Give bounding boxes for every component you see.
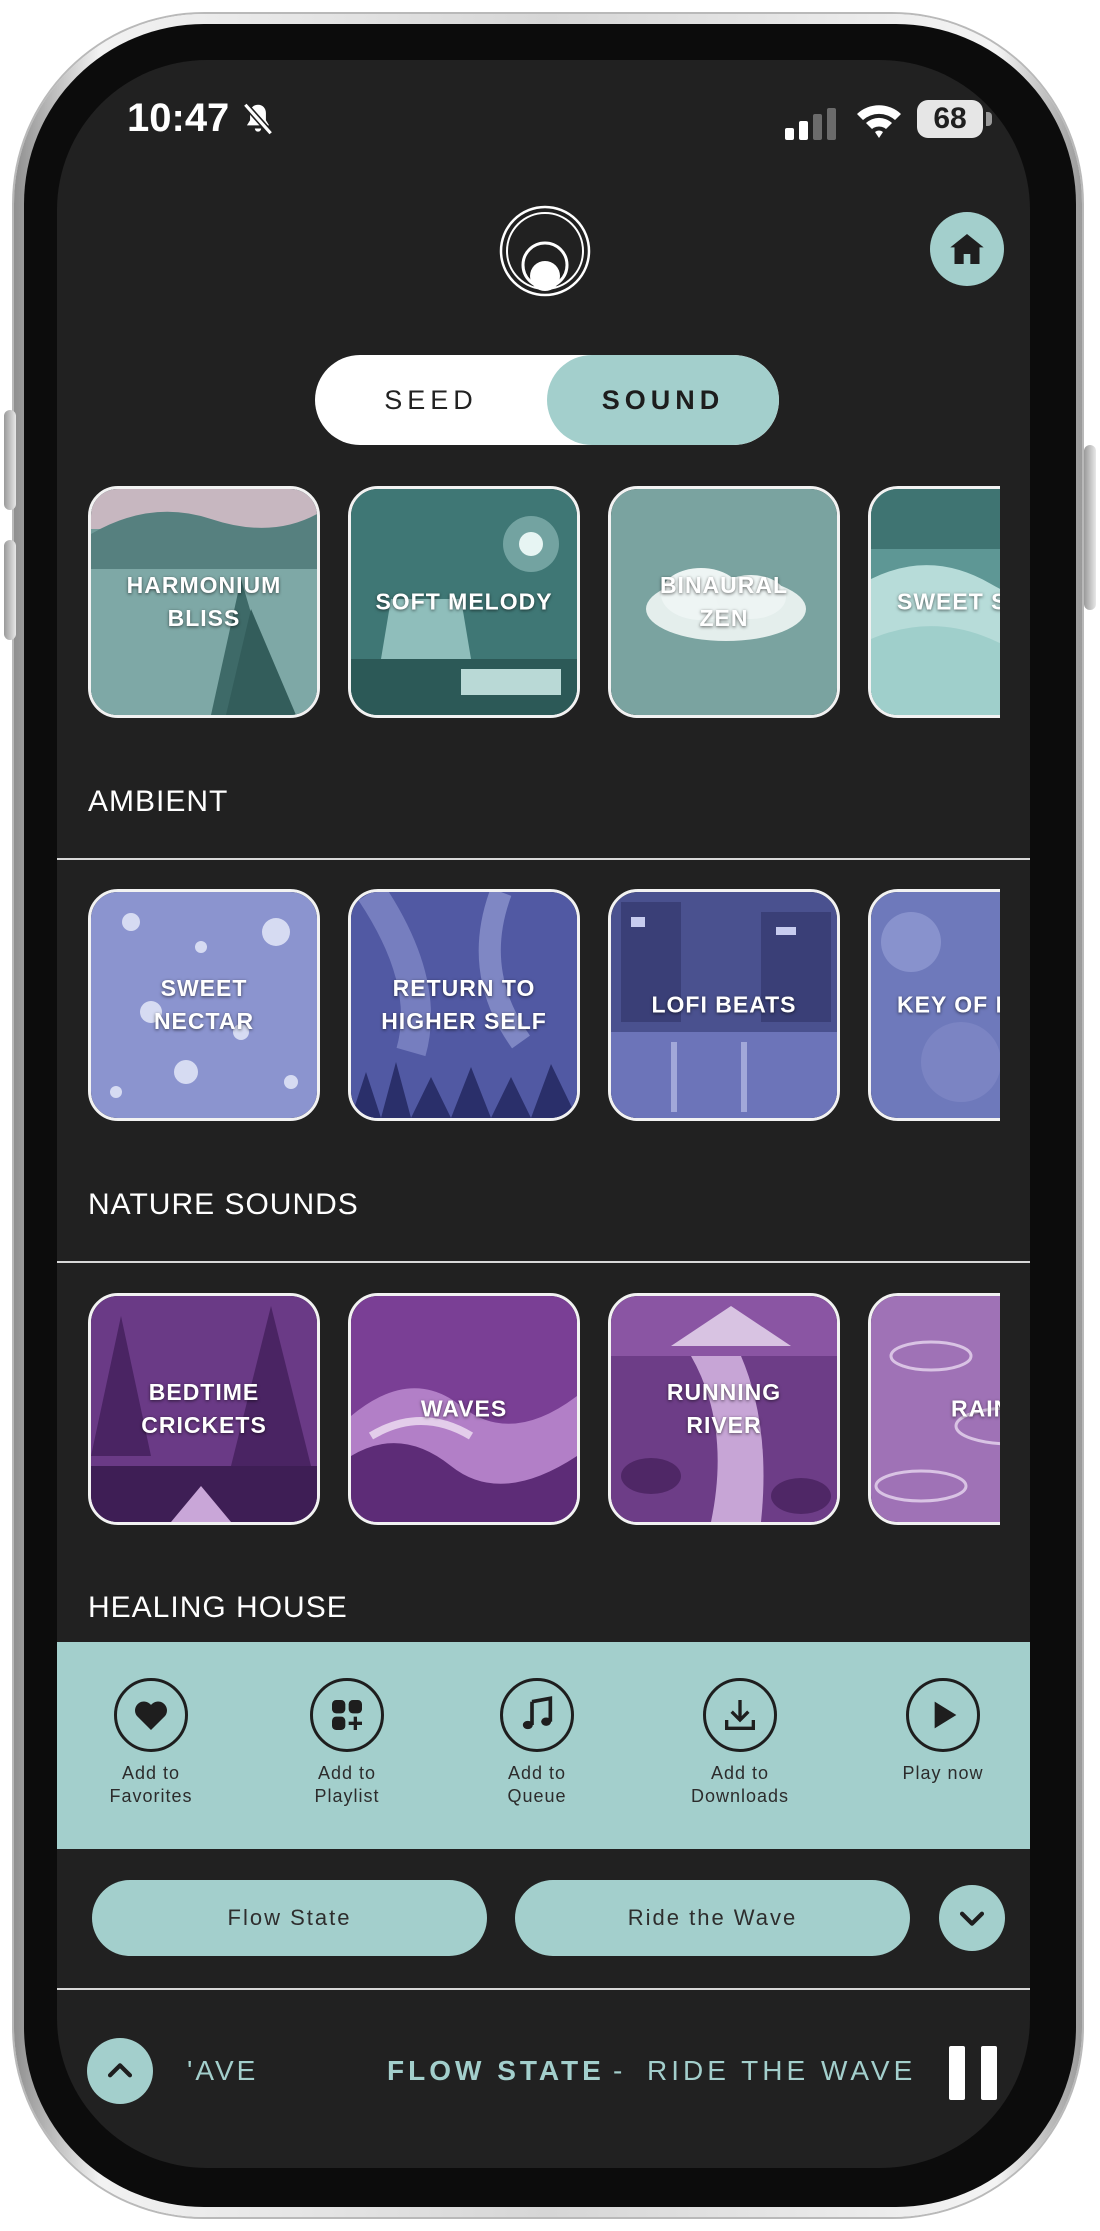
tile-label: WAVES bbox=[420, 1395, 508, 1422]
music-note-icon bbox=[522, 1696, 553, 1730]
pause-button[interactable] bbox=[949, 2046, 997, 2100]
sound-row-1: HARMONIUM BLISS SOFT MELODY BINAURAL ZEN bbox=[88, 486, 1000, 718]
add-to-playlist-button[interactable]: Add to Playlist bbox=[267, 1678, 427, 1808]
tile-running-river[interactable]: RUNNING RIVER bbox=[608, 1293, 840, 1525]
chevron-up-icon bbox=[107, 2063, 133, 2078]
action-label: Add to Downloads bbox=[690, 1763, 790, 1806]
tile-rain[interactable]: RAIN bbox=[868, 1293, 1000, 1525]
section-title-nature-sounds: NATURE SOUNDS bbox=[88, 1188, 359, 1221]
toggle-seed[interactable]: SEED bbox=[315, 355, 547, 445]
app-screen: 10:47 68 SEED SOUND HARMONIUM BLISS SOFT… bbox=[57, 60, 1030, 2168]
tile-label: RETURN TO HIGHER SELF bbox=[381, 975, 547, 1034]
battery-indicator: 68 bbox=[917, 100, 983, 138]
action-label: Add to Queue bbox=[507, 1763, 567, 1806]
tile-label: SWEET SL bbox=[897, 588, 1000, 615]
playlist-add-icon bbox=[332, 1700, 362, 1730]
now-playing-subtitle: RIDE THE WAVE bbox=[647, 2055, 917, 2086]
wifi-icon bbox=[857, 105, 901, 138]
toggle-sound[interactable]: SOUND bbox=[547, 355, 779, 445]
add-to-downloads-button[interactable]: Add to Downloads bbox=[660, 1678, 820, 1808]
play-icon bbox=[934, 1701, 957, 1729]
add-to-queue-button[interactable]: Add to Queue bbox=[457, 1678, 617, 1808]
battery-tip bbox=[986, 112, 992, 126]
tile-binaural-zen[interactable]: BINAURAL ZEN bbox=[608, 486, 840, 718]
bell-off-icon bbox=[242, 102, 274, 136]
status-time: 10:47 bbox=[127, 96, 230, 140]
tile-soft-melody[interactable]: SOFT MELODY bbox=[348, 486, 580, 718]
tile-label: BINAURAL ZEN bbox=[659, 572, 789, 631]
phone-power-button bbox=[1084, 445, 1096, 610]
tile-label: HARMONIUM BLISS bbox=[126, 572, 282, 631]
tile-key-of-r[interactable]: KEY OF R bbox=[868, 889, 1000, 1121]
now-playing-marquee: 'AVE bbox=[187, 2055, 259, 2086]
action-label: Add to Playlist bbox=[314, 1763, 380, 1806]
tile-waves[interactable]: WAVES bbox=[348, 1293, 580, 1525]
action-label: Play now bbox=[902, 1763, 984, 1783]
phone-side-button bbox=[4, 410, 16, 510]
home-button[interactable] bbox=[930, 212, 1004, 286]
tile-harmonium-bliss[interactable]: HARMONIUM BLISS bbox=[88, 486, 320, 718]
collapse-button[interactable] bbox=[939, 1885, 1005, 1951]
tile-label: SOFT MELODY bbox=[375, 588, 553, 615]
tile-label: RAIN bbox=[951, 1395, 1000, 1422]
brand-logo-icon bbox=[499, 205, 591, 297]
phone-side-button bbox=[4, 540, 16, 640]
tile-return-to-higher-self[interactable]: RETURN TO HIGHER SELF bbox=[348, 889, 580, 1121]
tile-label: BEDTIME CRICKETS bbox=[141, 1379, 267, 1438]
section-title-ambient: AMBIENT bbox=[88, 785, 229, 818]
seed-sound-toggle: SEED SOUND bbox=[315, 355, 779, 445]
ride-the-wave-pill[interactable]: Ride the Wave bbox=[515, 1880, 910, 1956]
section-divider bbox=[57, 1261, 1030, 1263]
player-divider bbox=[57, 1988, 1030, 1990]
tile-sweet-sleep[interactable]: SWEET SL bbox=[868, 486, 1000, 718]
play-now-button[interactable]: Play now bbox=[863, 1678, 1023, 1785]
flow-state-pill[interactable]: Flow State bbox=[92, 1880, 487, 1956]
expand-player-button[interactable] bbox=[87, 2038, 153, 2104]
pause-icon bbox=[981, 2046, 997, 2100]
home-icon bbox=[950, 234, 984, 264]
sound-row-2: SWEET NECTAR RETURN TO HIGHER SELF LOFI … bbox=[88, 889, 1000, 1121]
tile-sweet-nectar[interactable]: SWEET NECTAR bbox=[88, 889, 320, 1121]
chevron-down-icon bbox=[959, 1911, 985, 1926]
now-playing-title: FLOW STATE bbox=[387, 2055, 605, 2086]
signal-icon bbox=[785, 108, 836, 140]
tile-bedtime-crickets[interactable]: BEDTIME CRICKETS bbox=[88, 1293, 320, 1525]
section-title-healing-house: HEALING HOUSE bbox=[88, 1591, 348, 1624]
tile-label: KEY OF R bbox=[897, 991, 1000, 1018]
now-playing-separator: - bbox=[613, 2055, 623, 2086]
download-icon bbox=[725, 1700, 755, 1730]
tile-label: RUNNING RIVER bbox=[666, 1379, 782, 1438]
pause-icon bbox=[949, 2046, 965, 2100]
tile-lofi-beats[interactable]: LOFI BEATS bbox=[608, 889, 840, 1121]
action-label: Add to Favorites bbox=[109, 1763, 193, 1806]
sound-row-3: BEDTIME CRICKETS WAVES RUNNING RIVER RAI bbox=[88, 1293, 1000, 1525]
action-bar: Add to Favorites Add to Playlist Add to … bbox=[57, 1642, 1030, 1849]
tile-label: LOFI BEATS bbox=[651, 991, 797, 1018]
add-to-favorites-button[interactable]: Add to Favorites bbox=[71, 1678, 231, 1808]
tile-label: SWEET NECTAR bbox=[153, 975, 255, 1034]
section-divider bbox=[57, 858, 1030, 860]
heart-icon bbox=[134, 1701, 168, 1730]
